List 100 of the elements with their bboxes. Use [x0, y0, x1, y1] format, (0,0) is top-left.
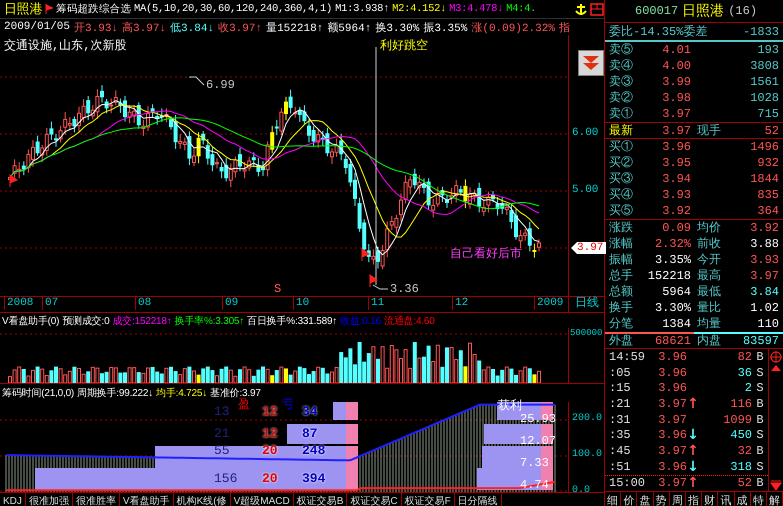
- indicator-tab[interactable]: 权证交易B: [294, 493, 348, 506]
- stat-value: 3.97: [749, 268, 779, 284]
- quote-value: 开3.93↓: [74, 22, 118, 34]
- profit-value: 25.93: [520, 412, 556, 426]
- quote-value: 额5964↑: [327, 20, 372, 34]
- chip-tick-label: 100.0: [572, 449, 602, 460]
- tick-volume: 450: [729, 428, 752, 442]
- tick-side: B: [755, 396, 765, 411]
- order-label: 卖①: [609, 106, 634, 122]
- stat-label: 总额: [609, 284, 634, 300]
- order-volume: 932: [756, 155, 779, 171]
- order-volume: 1561: [749, 74, 779, 90]
- stat-value: 83597: [742, 333, 779, 349]
- indicator-value: V看盘助手(0): [2, 314, 60, 328]
- order-volume: 715: [756, 106, 779, 122]
- ma-value: M4:4.: [506, 3, 536, 15]
- order-label: 买②: [609, 155, 634, 171]
- tick-price: 3.96: [657, 428, 687, 442]
- stock-name: 日照港: [682, 2, 724, 20]
- panel-tab[interactable]: 讯: [718, 492, 734, 506]
- tick-volume: 2: [744, 381, 752, 396]
- tick-side: B: [755, 444, 765, 458]
- panel-tab[interactable]: 细: [605, 492, 622, 506]
- indicator-value: 换手率%:3.305↑: [174, 314, 244, 328]
- order-label: 买①: [609, 139, 634, 155]
- quote-value: 高3.97↓: [122, 20, 166, 34]
- order-price: 3.96: [661, 139, 691, 155]
- order-volume: 1028: [749, 90, 779, 106]
- tick-price: 3.97: [657, 412, 687, 427]
- period-label[interactable]: 日线: [569, 297, 599, 312]
- tick-price: 3.97: [657, 396, 687, 411]
- date-label: 12: [452, 297, 468, 310]
- ma-value: M3:4.478↓: [449, 3, 504, 15]
- chip-value: 34: [302, 405, 318, 419]
- stat-label: 今开: [697, 252, 722, 268]
- tick-volume: 32: [736, 444, 752, 458]
- ratio-label: 委比: [609, 24, 633, 40]
- order-price: 3.94: [661, 171, 691, 187]
- column-header: 盈: [238, 398, 250, 412]
- indicator-tab[interactable]: 机构K线(修: [174, 493, 231, 506]
- order-label: 卖③: [609, 74, 634, 90]
- order-label: 卖⑤: [609, 42, 634, 58]
- latest-price: 3.97: [661, 122, 691, 138]
- order-label: 买③: [609, 171, 634, 187]
- stat-value: 152218: [646, 268, 691, 284]
- order-price: 3.98: [661, 90, 691, 106]
- date-label: 2008: [4, 297, 34, 310]
- quote-value: 量152218↑: [266, 21, 324, 34]
- order-price: 4.00: [661, 58, 691, 74]
- order-volume: 835: [756, 187, 779, 203]
- stock-code: 600017: [635, 4, 678, 18]
- chip-value: 248: [302, 444, 326, 458]
- panel-tab[interactable]: 解: [766, 492, 783, 506]
- stat-value: 1.02: [749, 300, 779, 316]
- stat-label: 涨跌: [609, 220, 634, 236]
- chip-value: 20: [262, 472, 278, 486]
- chip-value: 12: [262, 427, 278, 441]
- tick-arrow: ↓: [687, 458, 699, 475]
- panel-tab[interactable]: 财: [702, 492, 718, 506]
- chip-value: 55: [214, 444, 230, 458]
- date-label: 10: [293, 297, 310, 310]
- date-label: 11: [368, 297, 384, 310]
- order-volume: 364: [756, 203, 779, 219]
- order-volume: 3808: [749, 58, 779, 74]
- quote-value: 指: [558, 21, 570, 34]
- tick-time: :31: [609, 412, 632, 427]
- panel-tab[interactable]: 势: [654, 492, 670, 506]
- tick-side: B: [755, 476, 765, 490]
- tick-arrow: ↑: [687, 396, 699, 412]
- tick-price: 3.96: [657, 381, 687, 396]
- formula-name: 筹码超跌综合选: [56, 2, 132, 16]
- stat-value: 3.88: [749, 236, 779, 252]
- diff-value: -1833: [742, 24, 779, 40]
- signal-label: S: [274, 282, 282, 296]
- stat-label: 分笔: [609, 316, 634, 332]
- indicator-tab[interactable]: V看盘助手: [120, 493, 174, 506]
- order-label: 卖②: [609, 90, 634, 106]
- indicator-value: 收益:0.16: [340, 314, 381, 328]
- indicator-tab[interactable]: 权证交易F: [402, 493, 455, 506]
- panel-tab[interactable]: 周: [670, 492, 686, 506]
- panel-tab[interactable]: 指: [686, 492, 702, 506]
- stat-value: 110: [756, 316, 779, 332]
- stat-label: 均量: [697, 316, 722, 332]
- panel-tab[interactable]: 成: [734, 492, 751, 506]
- latest-label: 最新: [609, 122, 634, 138]
- stat-value: 0.09: [661, 220, 691, 236]
- panel-tab[interactable]: 价: [621, 492, 638, 506]
- indicator-value: 百日换手%:331.589↑: [247, 314, 338, 328]
- panel-tab[interactable]: 特: [750, 492, 767, 506]
- sector-label: 交通设施,山东,次新股: [4, 39, 126, 53]
- tick-volume: 82: [736, 350, 752, 364]
- order-price: 3.95: [661, 155, 691, 171]
- tick-side: S: [755, 428, 765, 442]
- stat-value: 3.93: [749, 252, 779, 268]
- panel-tab[interactable]: 盘: [637, 492, 654, 506]
- ma-params: MA(5,10,20,30,60,120,240,360,4,1): [134, 3, 332, 15]
- tick-arrow: ↑: [687, 475, 699, 492]
- chip-value: 156: [214, 472, 238, 486]
- indicator-tab[interactable]: V超级MACD: [230, 493, 294, 506]
- order-price: 3.92: [661, 203, 691, 219]
